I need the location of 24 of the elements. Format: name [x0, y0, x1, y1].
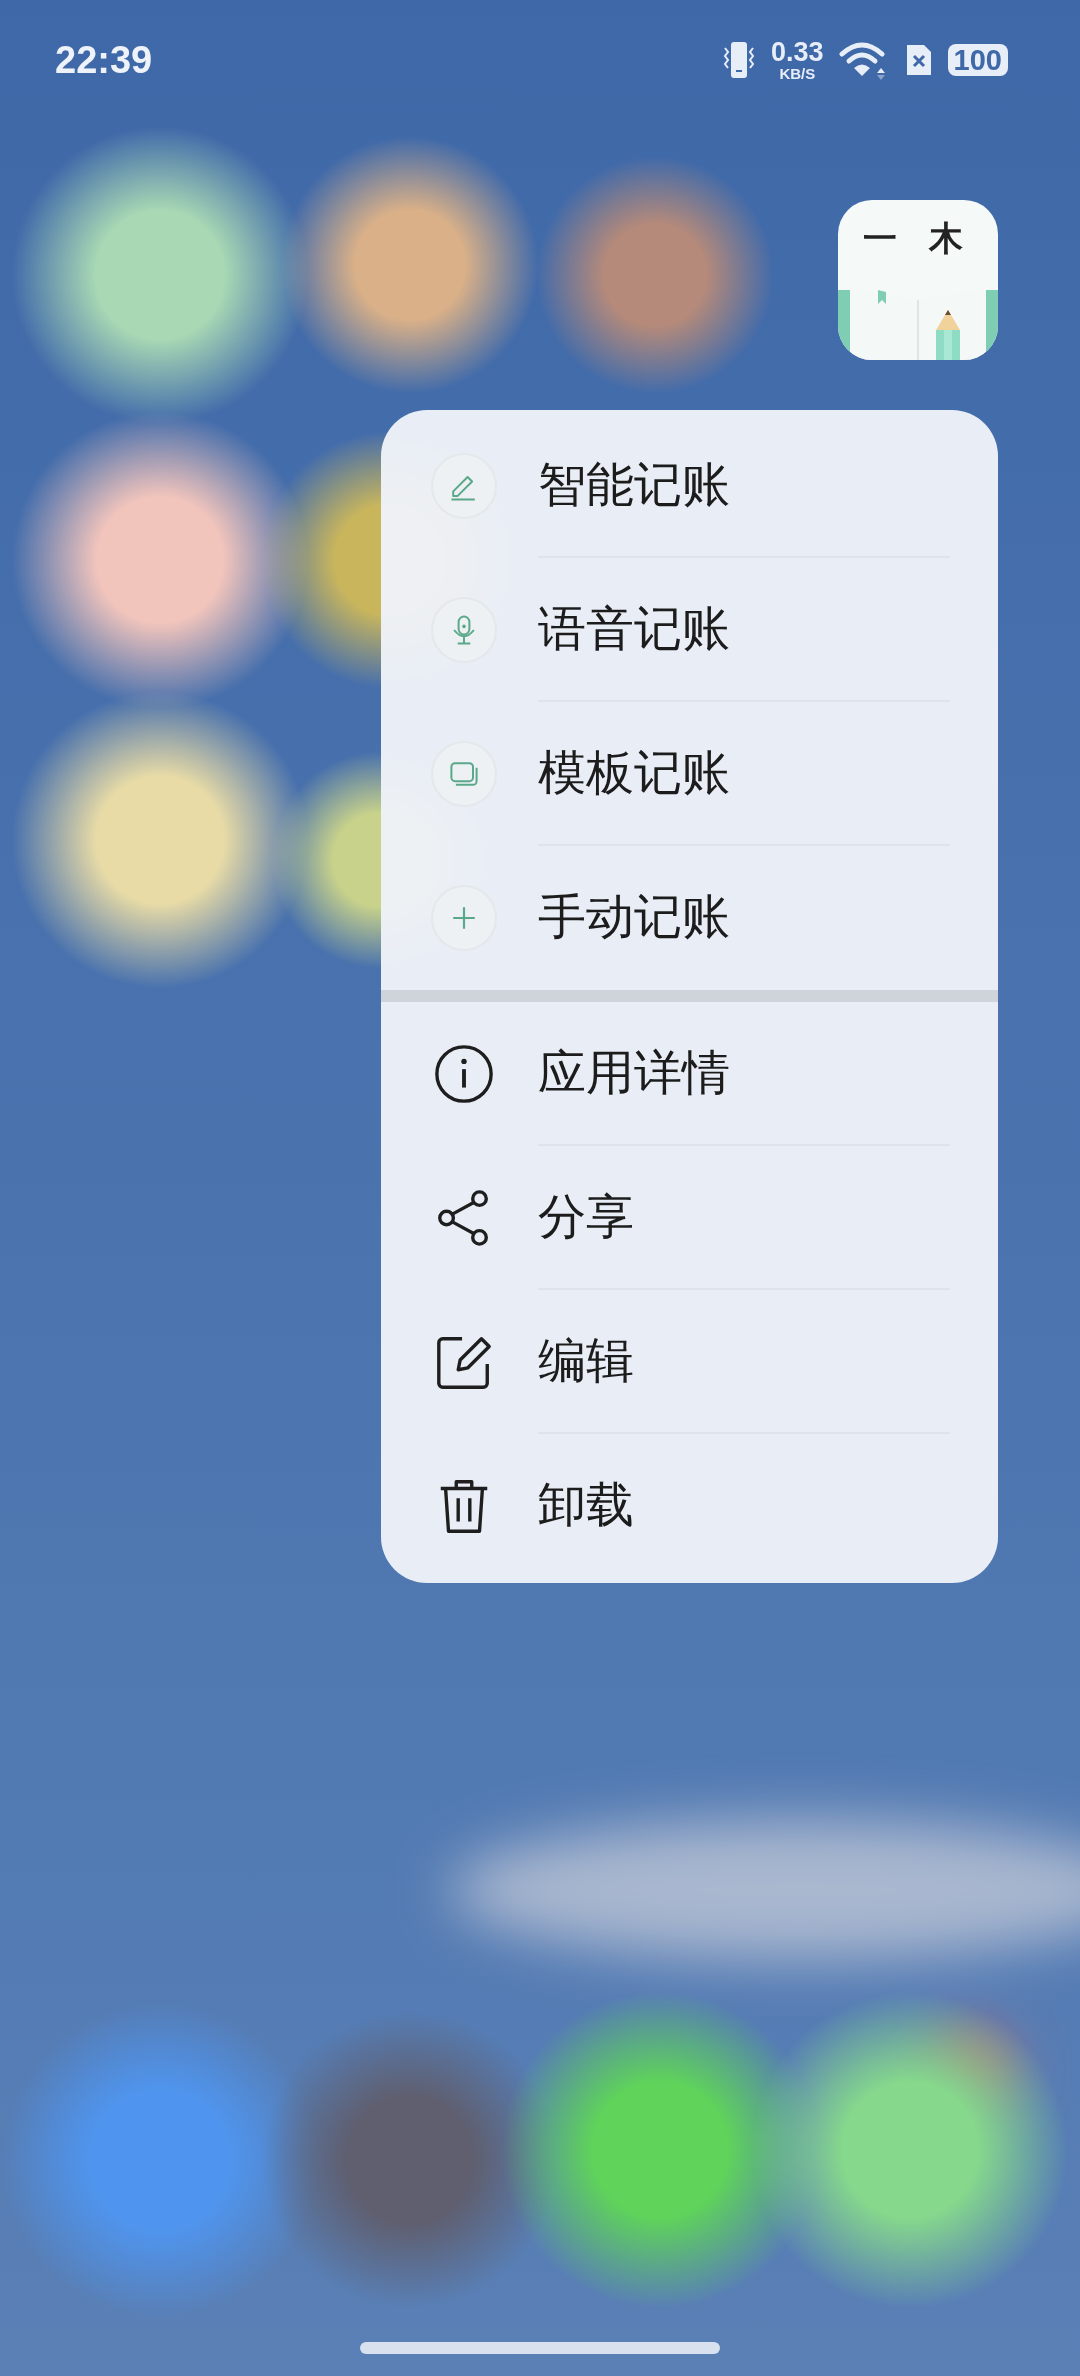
menu-item-label: 卸载	[538, 1475, 635, 1534]
menu-item-label: 编辑	[538, 1290, 950, 1434]
menu-item[interactable]: 模板记账	[381, 702, 998, 846]
battery-level: 100	[947, 44, 1008, 76]
menu-item-label: 智能记账	[538, 414, 950, 558]
menu-item[interactable]: 分享	[381, 1146, 998, 1290]
menu-item[interactable]: 语音记账	[381, 558, 998, 702]
menu-item[interactable]: 手动记账	[381, 846, 998, 990]
network-speed: 0.33	[771, 39, 824, 66]
app-logo-text: 一 木	[863, 218, 973, 258]
info-icon	[433, 1043, 495, 1105]
menu-item[interactable]: 编辑	[381, 1290, 998, 1434]
menu-item-label: 手动记账	[538, 887, 731, 946]
home-indicator[interactable]	[360, 2342, 720, 2354]
menu-item-label: 模板记账	[538, 702, 950, 846]
menu-item[interactable]: 应用详情	[381, 1002, 998, 1146]
menu-item-label: 分享	[538, 1146, 950, 1290]
speed-unit: KB/S	[779, 66, 816, 81]
menu-item-label: 应用详情	[538, 1002, 950, 1146]
app-icon[interactable]: 一 木	[838, 200, 998, 360]
menu-item[interactable]: 智能记账	[381, 414, 998, 558]
menu-item[interactable]: 卸载	[381, 1434, 998, 1578]
clock-time: 22:39	[55, 38, 153, 82]
menu-item-label: 语音记账	[538, 558, 950, 702]
